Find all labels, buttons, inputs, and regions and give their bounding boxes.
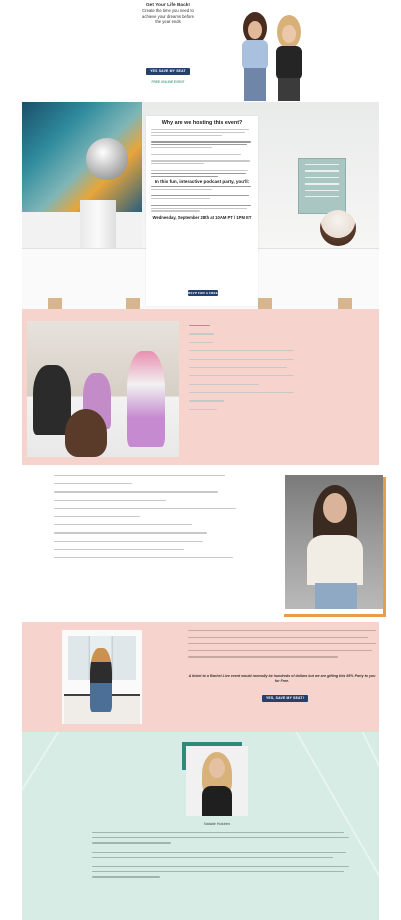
text-line bbox=[92, 856, 334, 858]
list-item bbox=[189, 408, 217, 410]
list-item bbox=[189, 375, 294, 377]
text-line bbox=[151, 198, 211, 200]
dog-shape bbox=[65, 409, 107, 457]
text-line bbox=[151, 172, 246, 174]
text-line bbox=[54, 540, 203, 542]
host-portrait bbox=[285, 475, 383, 609]
text-line bbox=[54, 515, 140, 518]
text-line bbox=[92, 876, 161, 878]
text-line bbox=[188, 643, 376, 645]
hero-subtitle-3: the year ends bbox=[155, 19, 181, 25]
about-host-section: Natalie Holdren bbox=[22, 732, 379, 920]
text-line bbox=[151, 195, 249, 197]
text-line bbox=[92, 871, 344, 873]
text-line bbox=[188, 636, 369, 638]
event-info-panel: Why are we hosting this event? In this f… bbox=[146, 116, 258, 306]
text-line bbox=[54, 524, 192, 526]
free-online-event-link[interactable]: FREE ONLINE EVENT bbox=[146, 80, 190, 84]
decor-sign bbox=[298, 158, 346, 214]
list-item bbox=[189, 392, 294, 394]
text-line bbox=[151, 131, 245, 133]
text-line bbox=[92, 842, 171, 844]
text-line bbox=[92, 837, 349, 839]
text-line bbox=[54, 532, 207, 534]
list-item bbox=[189, 358, 294, 360]
story-text bbox=[54, 475, 240, 565]
diffuser bbox=[320, 210, 356, 246]
text-line bbox=[151, 210, 200, 212]
text-line bbox=[54, 483, 133, 485]
list-item bbox=[189, 383, 259, 385]
list-item bbox=[189, 400, 224, 402]
offer-section: A ticket to a Rachel Live event would no… bbox=[22, 622, 379, 732]
text-line bbox=[151, 134, 223, 136]
hero-text: Get Your Life Back! Create the time you … bbox=[120, 3, 216, 25]
text-line bbox=[54, 491, 218, 493]
text-line bbox=[151, 141, 251, 143]
table-leg bbox=[126, 298, 140, 309]
text-line bbox=[92, 832, 344, 834]
host-name: Natalie Holdren bbox=[203, 822, 231, 826]
text-line bbox=[151, 163, 205, 165]
text-line bbox=[92, 851, 347, 853]
offer-emphasis: A ticket to a Rachel Live event would no… bbox=[188, 674, 376, 683]
host-photo bbox=[186, 746, 248, 816]
chrome-lamp bbox=[86, 138, 128, 180]
question-list bbox=[189, 325, 294, 417]
text-line bbox=[151, 188, 213, 190]
text-line bbox=[151, 160, 250, 162]
text-line bbox=[54, 475, 226, 477]
table-leg bbox=[48, 298, 62, 309]
text-line bbox=[151, 146, 213, 149]
list-item bbox=[189, 341, 213, 343]
save-my-seat-button[interactable]: YES, SAVE MY SEAT! bbox=[262, 695, 308, 702]
offer-text bbox=[188, 630, 376, 663]
text-line bbox=[188, 649, 373, 651]
family-section bbox=[22, 309, 379, 465]
event-date: Wednesday, September 28th at 10AM PT / 1… bbox=[152, 214, 252, 220]
person-shape bbox=[127, 351, 165, 447]
hero-section: Get Your Life Back! Create the time you … bbox=[0, 0, 401, 102]
text-line bbox=[54, 556, 233, 559]
story-section bbox=[22, 465, 386, 622]
text-line bbox=[151, 175, 219, 177]
text-line bbox=[54, 548, 185, 550]
text-line bbox=[151, 204, 251, 206]
table-leg bbox=[258, 298, 272, 309]
event-title: Why are we hosting this event? bbox=[161, 120, 243, 126]
host-bio bbox=[92, 832, 354, 882]
hosts-photo bbox=[242, 12, 302, 101]
rsvp-button[interactable]: RSVP FOR A FREE SEAT bbox=[188, 290, 218, 301]
list-item bbox=[189, 333, 215, 335]
text-line bbox=[54, 499, 166, 501]
table-leg bbox=[338, 298, 352, 309]
text-line bbox=[54, 507, 237, 509]
text-line bbox=[92, 865, 349, 868]
text-line bbox=[151, 144, 247, 146]
family-photo bbox=[27, 321, 179, 457]
text-line bbox=[151, 153, 241, 155]
text-line bbox=[151, 207, 247, 209]
marble-lamp-base bbox=[80, 200, 116, 248]
text-line bbox=[188, 630, 376, 632]
save-my-seat-button[interactable]: YES SAVE MY SEAT bbox=[146, 68, 190, 75]
list-item bbox=[189, 350, 294, 352]
text-line bbox=[188, 656, 339, 658]
party-heading: In this fun, interactive podcast party, … bbox=[154, 178, 250, 184]
text-line bbox=[151, 129, 249, 131]
list-item bbox=[189, 325, 210, 327]
seated-woman-photo bbox=[62, 630, 142, 724]
text-line bbox=[151, 185, 251, 187]
list-item bbox=[189, 366, 287, 369]
text-line bbox=[151, 169, 248, 172]
